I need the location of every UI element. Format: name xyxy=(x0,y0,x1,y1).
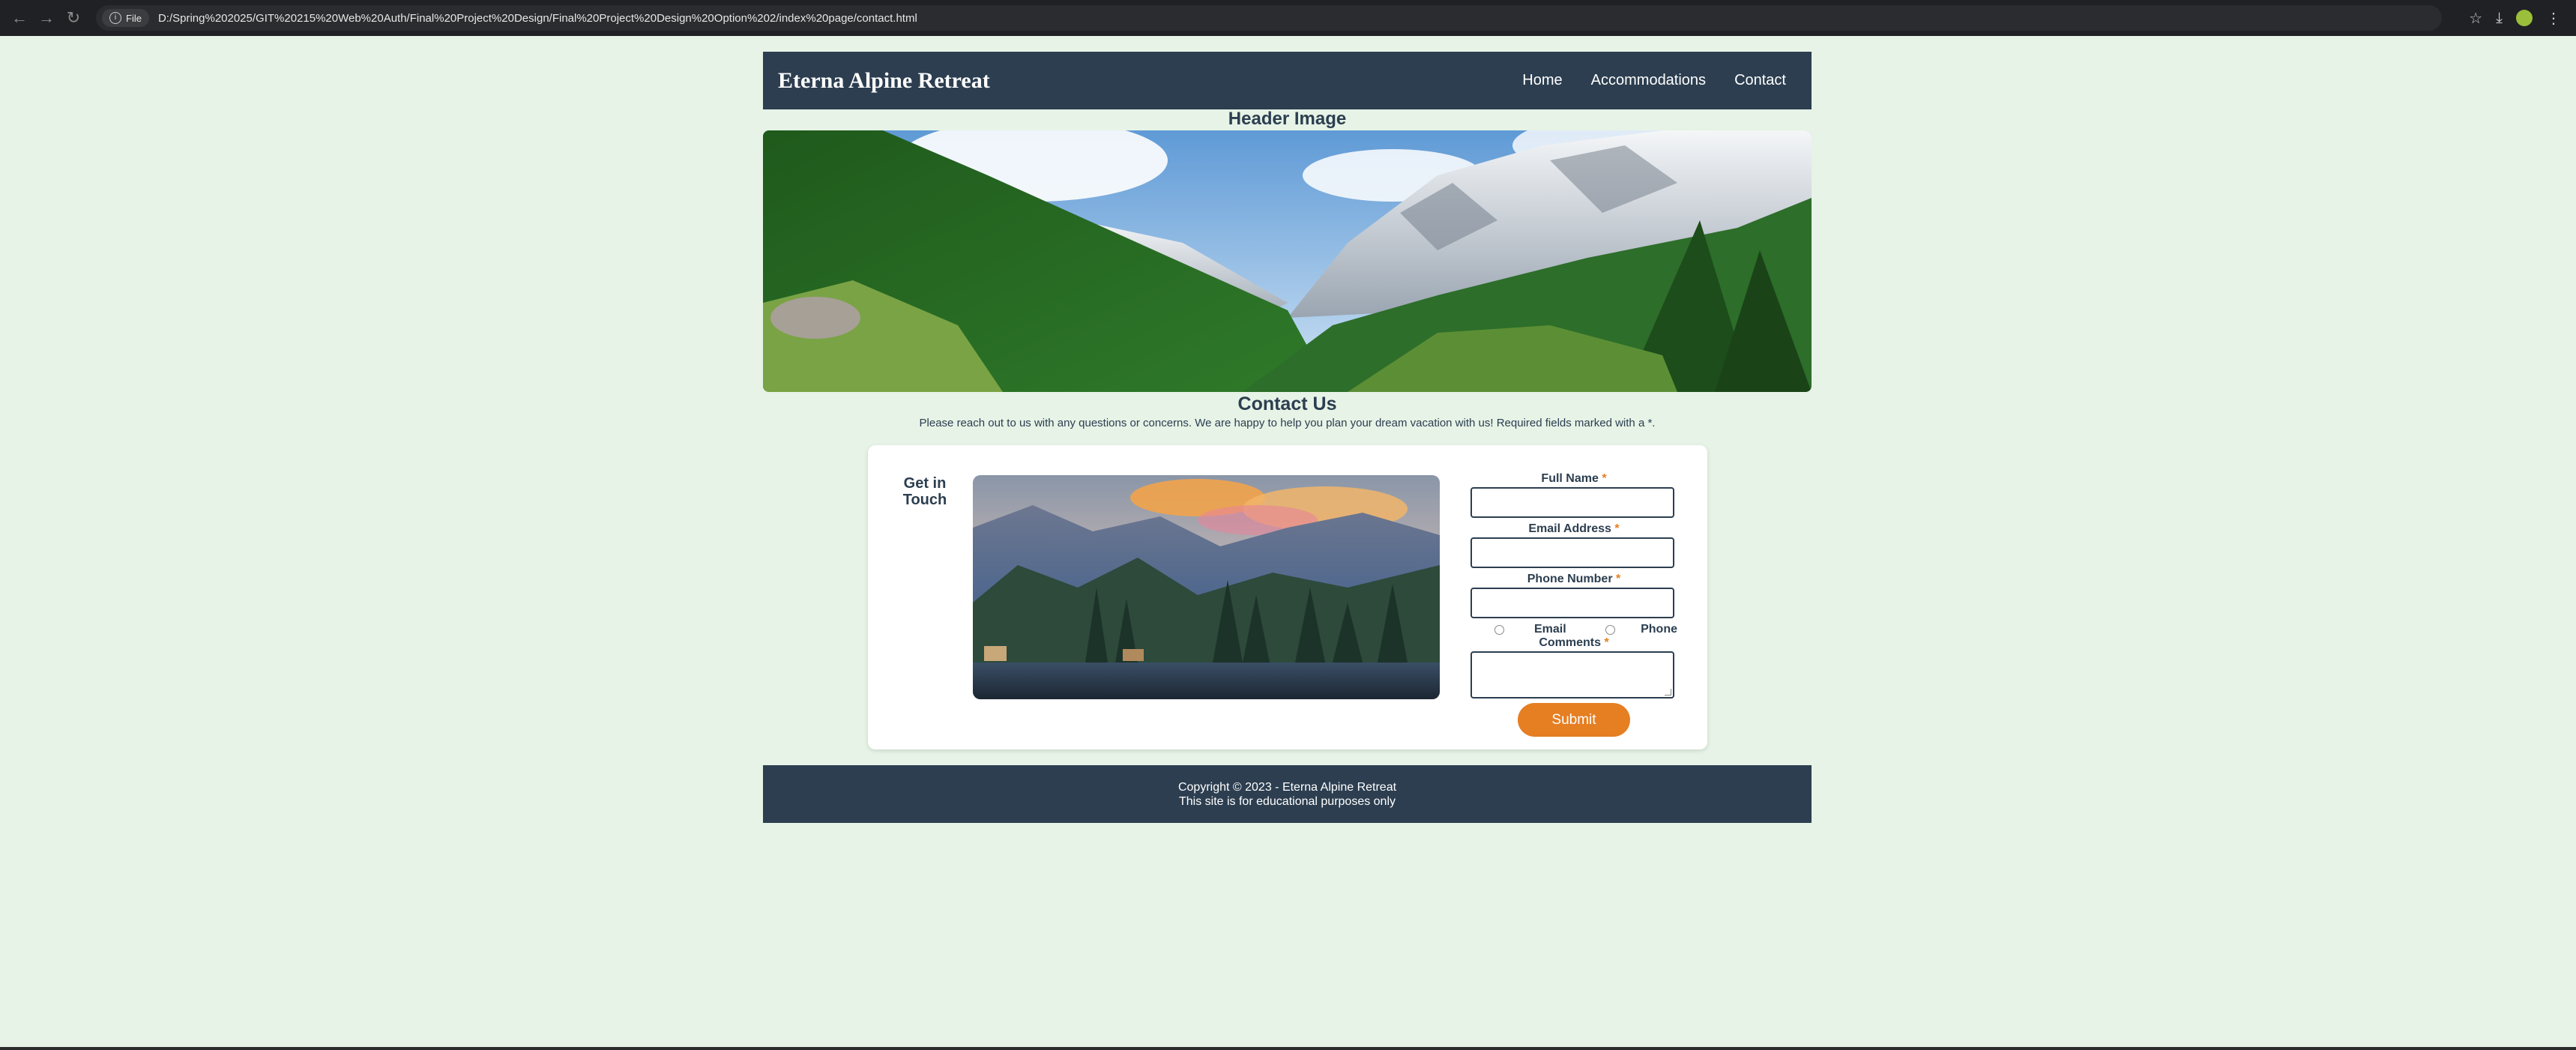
contact-subtitle: Please reach out to us with any question… xyxy=(919,417,1656,429)
nav-contact[interactable]: Contact xyxy=(1734,72,1786,89)
radio-phone[interactable] xyxy=(1605,624,1615,635)
address-bar[interactable]: i File D:/Spring%202025/GIT%20215%20Web%… xyxy=(96,5,2442,31)
comments-textarea[interactable] xyxy=(1471,651,1674,699)
email-input[interactable] xyxy=(1471,537,1674,568)
contact-title: Contact Us xyxy=(1237,393,1337,414)
comments-label: Comments * xyxy=(1539,636,1609,649)
download-icon[interactable]: ⤓ xyxy=(2496,10,2503,27)
email-label: Email Address * xyxy=(1528,522,1620,535)
header-image xyxy=(763,130,1812,392)
footer-copyright: Copyright © 2023 - Eterna Alpine Retreat xyxy=(1177,781,1397,794)
lake-mountain-photo xyxy=(973,475,1440,699)
main-nav: Home Accommodations Contact xyxy=(1522,72,1786,89)
url-text[interactable]: D:/Spring%202025/GIT%20215%20Web%20Auth/… xyxy=(158,12,917,25)
reload-icon[interactable]: ↻ xyxy=(60,4,87,31)
radio-phone-label: Phone xyxy=(1641,623,1677,636)
menu-icon[interactable]: ⋮ xyxy=(2546,9,2561,28)
header-image-title: Header Image xyxy=(1228,109,1347,129)
nav-accommodations[interactable]: Accommodations xyxy=(1591,72,1706,89)
site-brand[interactable]: Eterna Alpine Retreat xyxy=(778,68,990,94)
submit-button[interactable]: Submit xyxy=(1518,703,1630,737)
phone-input[interactable] xyxy=(1471,588,1674,618)
site-footer: Copyright © 2023 - Eterna Alpine Retreat… xyxy=(763,765,1812,823)
radio-email[interactable] xyxy=(1494,624,1504,635)
nav-home[interactable]: Home xyxy=(1522,72,1562,89)
file-label: File xyxy=(126,12,142,24)
phone-label: Phone Number * xyxy=(1527,573,1621,585)
browser-toolbar: ← → ↻ i File D:/Spring%202025/GIT%20215%… xyxy=(0,0,2576,36)
contact-card: Get in Touch Full Name * Email Address *… xyxy=(868,445,1707,749)
profile-avatar[interactable] xyxy=(2516,10,2533,26)
site-header: Eterna Alpine Retreat Home Accommodation… xyxy=(763,52,1812,109)
back-icon[interactable]: ← xyxy=(6,4,33,31)
contact-method-group: Email Phone xyxy=(1471,623,1677,636)
info-icon: i xyxy=(109,12,121,24)
contact-form: Full Name * Email Address * Phone Number… xyxy=(1471,472,1677,737)
footer-disclaimer: This site is for educational purposes on… xyxy=(1178,795,1396,808)
site-info-chip[interactable]: i File xyxy=(102,9,149,27)
full-name-label: Full Name * xyxy=(1541,472,1607,485)
full-name-input[interactable] xyxy=(1471,487,1674,518)
radio-email-label: Email xyxy=(1534,623,1566,636)
bottom-divider xyxy=(0,1047,2576,1050)
get-in-touch-heading: Get in Touch xyxy=(902,475,947,508)
bookmark-star-icon[interactable]: ☆ xyxy=(2469,9,2482,28)
forward-icon[interactable]: → xyxy=(33,4,60,31)
